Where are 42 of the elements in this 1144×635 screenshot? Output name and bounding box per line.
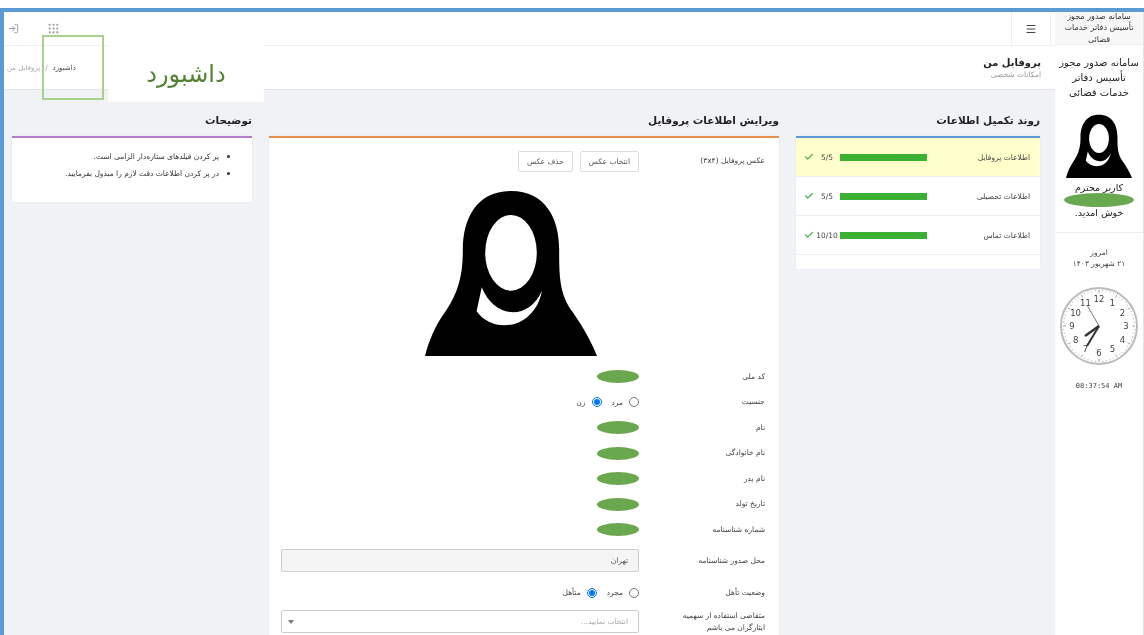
user-avatar [1066,112,1132,178]
bullet-icon [227,172,230,175]
section-title: ویرایش اطلاعات پروفایل [647,113,779,129]
system-title: سامانه صدور مجوز تأسیس دفاتر خدمات قضائی [1057,56,1140,100]
hour-hand [1084,324,1100,337]
caret-icon [288,619,294,624]
app-title: سامانه صدور مجوز تأسیس دفاتر خدمات قضائی [1055,12,1143,45]
clock-numeral: 2 [1119,307,1126,317]
radio-button[interactable] [629,397,639,408]
radio-button[interactable] [591,397,602,408]
clock-numeral: 7 [1082,343,1089,354]
welcome-text: خوش امدید. [1074,207,1124,218]
clock-numeral: 10 [1070,307,1082,317]
page-title: پروفایل من [983,56,1041,68]
redaction-mark [597,370,639,384]
clock-numeral: 11 [1080,297,1091,308]
clock-numeral: 1 [1109,297,1116,308]
menu-button[interactable] [1011,12,1051,45]
redaction-mark [597,446,639,460]
clock-numeral: 6 [1096,347,1102,358]
section-title: روند تکمیل اطلاعات [935,113,1040,129]
clock-numeral: 8 [1072,334,1079,344]
clock-numeral: 9 [1069,320,1075,331]
grid-icon[interactable] [47,22,60,35]
clock-numeral: 4 [1119,334,1126,344]
login-icon[interactable] [8,23,19,34]
clock-numeral: 12 [1093,293,1105,304]
radio-button[interactable] [586,587,597,598]
menu-icon [1025,22,1037,35]
bullet-icon [227,155,230,158]
redaction-mark [597,523,639,537]
minute-hand [1086,324,1100,347]
radio-button[interactable] [629,587,639,598]
section-title: توضیحات [203,113,252,129]
clock-numeral: 5 [1109,343,1116,354]
redaction-mark [597,421,639,435]
greeting-text: کاربر محترم [1074,182,1124,193]
redaction-mark [597,497,639,511]
clock-numeral: 3 [1123,320,1129,331]
redaction-mark [597,472,639,486]
second-hand [1086,304,1100,326]
annotation-label: داشبورد [108,45,264,102]
